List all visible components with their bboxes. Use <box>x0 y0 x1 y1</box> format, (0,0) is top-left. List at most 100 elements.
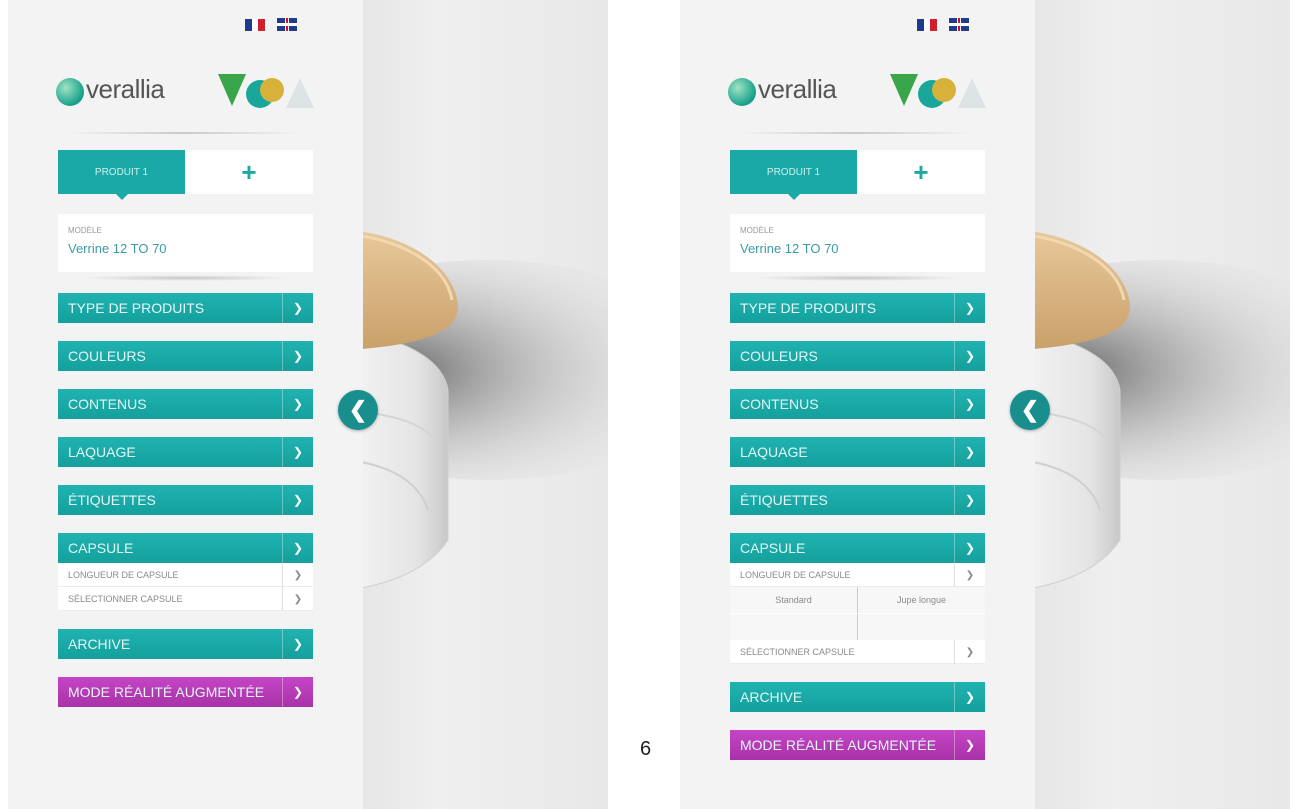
chevron-left-icon: ❮ <box>348 397 368 422</box>
accordion-archive[interactable]: ARCHIVE ❯ <box>58 629 313 659</box>
model-value: Verrine 12 TO 70 <box>68 241 167 256</box>
accordion-archive[interactable]: ARCHIVE ❯ <box>730 682 985 712</box>
verallia-logo-icon <box>56 78 84 106</box>
accordion-capsule[interactable]: CAPSULE ❯ <box>58 533 313 563</box>
accordion-capsule[interactable]: CAPSULE ❯ <box>730 533 985 563</box>
dropdown-label: LONGUEUR DE CAPSULE <box>740 569 851 580</box>
dropdown-selectionner-capsule[interactable]: SÉLECTIONNER CAPSULE ❯ <box>58 587 313 611</box>
card-shadow <box>750 275 965 281</box>
chevron-down-icon: ❯ <box>954 682 985 712</box>
tab-product-1[interactable]: PRODUIT 1 <box>730 150 857 200</box>
accordion-label: ÉTIQUETTES <box>740 492 828 508</box>
logo-text: verallia <box>86 74 165 104</box>
model-label: MODÈLE <box>68 226 102 235</box>
card-shadow <box>78 275 293 281</box>
chevron-down-icon: ❯ <box>954 485 985 515</box>
chevron-down-icon: ❯ <box>282 389 313 419</box>
model-label: MODÈLE <box>740 226 774 235</box>
accordion-contenus[interactable]: CONTENUS ❯ <box>730 389 985 419</box>
accordion-etiquettes[interactable]: ÉTIQUETTES ❯ <box>730 485 985 515</box>
accordion-label: CONTENUS <box>740 396 819 412</box>
uk-flag-icon[interactable] <box>277 18 297 31</box>
accordion-label: CAPSULE <box>740 540 806 556</box>
app-panel-expanded: verallia PRODUIT 1 + MODÈLE Verrine 12 T… <box>680 0 1290 809</box>
capsule-length-values <box>730 613 985 640</box>
accordion-contenus[interactable]: CONTENUS ❯ <box>58 389 313 419</box>
chevron-down-icon: ❯ <box>954 437 985 467</box>
dropdown-longueur-capsule[interactable]: LONGUEUR DE CAPSULE ❯ <box>730 563 985 587</box>
sidebar: verallia PRODUIT 1 + MODÈLE Verrine 12 T… <box>680 0 1035 809</box>
dropdown-longueur-capsule[interactable]: LONGUEUR DE CAPSULE ❯ <box>58 563 313 587</box>
dropdown-label: LONGUEUR DE CAPSULE <box>68 569 179 580</box>
accordion-couleurs[interactable]: COULEURS ❯ <box>58 341 313 371</box>
accordion-label: ÉTIQUETTES <box>68 492 156 508</box>
chevron-down-icon: ❯ <box>282 563 313 587</box>
accordion-label: CONTENUS <box>68 396 147 412</box>
shapes-logo-icon <box>218 74 314 108</box>
model-card: MODÈLE Verrine 12 TO 70 <box>58 214 313 272</box>
logo: verallia <box>56 60 316 130</box>
accordion-label: COULEURS <box>68 348 146 364</box>
accordion-label: CAPSULE <box>68 540 134 556</box>
dropdown-label: SÉLECTIONNER CAPSULE <box>68 593 183 604</box>
accordion-mode-realite-augmentee[interactable]: MODE RÉALITÉ AUGMENTÉE ❯ <box>58 677 313 707</box>
chevron-down-icon: ❯ <box>282 293 313 323</box>
chevron-down-icon: ❯ <box>954 730 985 760</box>
accordion-etiquettes[interactable]: ÉTIQUETTES ❯ <box>58 485 313 515</box>
3d-viewer[interactable] <box>1035 0 1290 809</box>
accordion-label: TYPE DE PRODUITS <box>740 300 877 316</box>
logo: verallia <box>728 60 988 130</box>
chevron-down-icon: ❯ <box>954 389 985 419</box>
accordion-laquage[interactable]: LAQUAGE ❯ <box>730 437 985 467</box>
chevron-down-icon: ❯ <box>954 640 985 664</box>
divider <box>68 132 298 134</box>
option-standard[interactable]: Standard <box>730 587 857 613</box>
chevron-down-icon: ❯ <box>954 341 985 371</box>
accordion-mode-realite-augmentee[interactable]: MODE RÉALITÉ AUGMENTÉE ❯ <box>730 730 985 760</box>
product-tabs: PRODUIT 1 + <box>58 150 313 200</box>
collapse-panel-button[interactable]: ❮ <box>1010 390 1050 430</box>
options-menu: TYPE DE PRODUITS ❯ COULEURS ❯ CONTENUS ❯ LA… <box>58 293 313 725</box>
product-tabs: PRODUIT 1 + <box>730 150 985 200</box>
collapse-panel-button[interactable]: ❮ <box>338 390 378 430</box>
app-panel-collapsed: verallia PRODUIT 1 + MODÈLE Verrine 12 T… <box>8 0 608 809</box>
page-number: 6 <box>640 738 652 760</box>
chevron-down-icon: ❯ <box>282 677 313 707</box>
option-jupe-longue[interactable]: Jupe longue <box>857 587 985 613</box>
tab-product-1[interactable]: PRODUIT 1 <box>58 150 185 200</box>
chevron-down-icon: ❯ <box>954 293 985 323</box>
accordion-type-produits[interactable]: TYPE DE PRODUITS ❯ <box>58 293 313 323</box>
dropdown-selectionner-capsule[interactable]: SÉLECTIONNER CAPSULE ❯ <box>730 640 985 664</box>
jar-render <box>363 231 608 589</box>
accordion-label: LAQUAGE <box>68 444 136 460</box>
accordion-type-produits[interactable]: TYPE DE PRODUITS ❯ <box>730 293 985 323</box>
accordion-label: ARCHIVE <box>68 636 131 652</box>
fr-flag-icon[interactable] <box>245 18 266 31</box>
model-value: Verrine 12 TO 70 <box>740 241 839 256</box>
language-switcher <box>917 18 969 31</box>
chevron-down-icon: ❯ <box>282 485 313 515</box>
dropdown-label: SÉLECTIONNER CAPSULE <box>740 646 855 657</box>
accordion-laquage[interactable]: LAQUAGE ❯ <box>58 437 313 467</box>
accordion-couleurs[interactable]: COULEURS ❯ <box>730 341 985 371</box>
accordion-label: TYPE DE PRODUITS <box>68 300 205 316</box>
chevron-down-icon: ❯ <box>282 629 313 659</box>
uk-flag-icon[interactable] <box>949 18 969 31</box>
accordion-label: LAQUAGE <box>740 444 808 460</box>
fr-flag-icon[interactable] <box>917 18 938 31</box>
logo-text: verallia <box>758 74 837 104</box>
chevron-left-icon: ❮ <box>1020 397 1040 422</box>
options-menu: TYPE DE PRODUITS ❯ COULEURS ❯ CONTENUS ❯ LA… <box>730 293 985 778</box>
accordion-label: MODE RÉALITÉ AUGMENTÉE <box>740 737 937 753</box>
3d-viewer[interactable] <box>363 0 608 809</box>
value-cell-jupe-longue <box>857 614 985 640</box>
add-product-button[interactable]: + <box>185 150 313 194</box>
jar-render <box>1035 231 1290 589</box>
chevron-down-icon: ❯ <box>282 437 313 467</box>
add-product-button[interactable]: + <box>857 150 985 194</box>
sidebar: verallia PRODUIT 1 + MODÈLE Verrine 12 T… <box>8 0 363 809</box>
accordion-label: ARCHIVE <box>740 689 803 705</box>
chevron-down-icon: ❯ <box>282 533 313 563</box>
